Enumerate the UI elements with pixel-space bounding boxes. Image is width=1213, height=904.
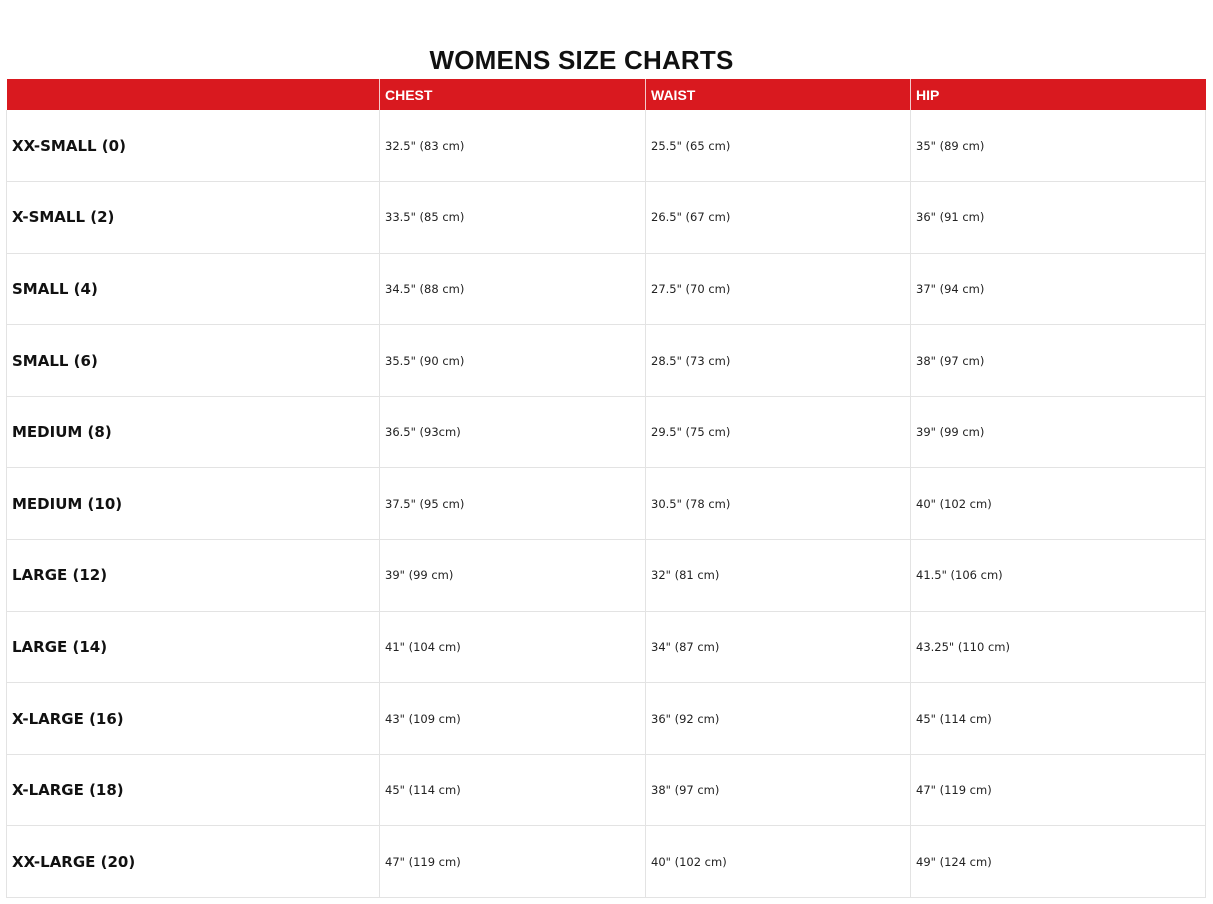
header-size	[7, 79, 380, 110]
header-hip: HIP	[910, 79, 1206, 110]
waist-cell: 36" (92 cm)	[645, 682, 911, 755]
chest-cell: 41" (104 cm)	[379, 610, 646, 683]
page-title: WOMENS SIZE CHARTS	[429, 45, 734, 76]
hip-cell: 37" (94 cm)	[910, 252, 1206, 325]
chest-cell: 35.5" (90 cm)	[379, 324, 646, 397]
chest-cell: 34.5" (88 cm)	[379, 252, 646, 325]
table-row: X-LARGE (16) 43" (109 cm) 36" (92 cm) 45…	[6, 682, 1206, 755]
table-row: MEDIUM (8) 36.5" (93cm) 29.5" (75 cm) 39…	[6, 395, 1206, 468]
hip-cell: 35" (89 cm)	[910, 110, 1206, 182]
size-cell: SMALL (4)	[6, 252, 380, 325]
chest-cell: 37.5" (95 cm)	[379, 467, 646, 540]
chest-cell: 36.5" (93cm)	[379, 395, 646, 468]
table-row: LARGE (14) 41" (104 cm) 34" (87 cm) 43.2…	[6, 610, 1206, 683]
hip-cell: 43.25" (110 cm)	[910, 610, 1206, 683]
table-row: XX-SMALL (0) 32.5" (83 cm) 25.5" (65 cm)…	[6, 110, 1206, 182]
waist-cell: 27.5" (70 cm)	[645, 252, 911, 325]
table-row: MEDIUM (10) 37.5" (95 cm) 30.5" (78 cm) …	[6, 467, 1206, 540]
hip-cell: 49" (124 cm)	[910, 825, 1206, 899]
size-cell: LARGE (12)	[6, 539, 380, 612]
waist-cell: 25.5" (65 cm)	[645, 110, 911, 182]
waist-cell: 26.5" (67 cm)	[645, 181, 911, 254]
table-row: X-SMALL (2) 33.5" (85 cm) 26.5" (67 cm) …	[6, 181, 1206, 254]
chest-cell: 39" (99 cm)	[379, 539, 646, 612]
size-cell: MEDIUM (8)	[6, 395, 380, 468]
size-cell: X-SMALL (2)	[6, 181, 380, 254]
hip-cell: 45" (114 cm)	[910, 682, 1206, 755]
chest-cell: 45" (114 cm)	[379, 753, 646, 826]
size-chart-table: CHEST WAIST HIP XX-SMALL (0) 32.5" (83 c…	[6, 79, 1206, 899]
waist-cell: 40" (102 cm)	[645, 825, 911, 899]
waist-cell: 38" (97 cm)	[645, 753, 911, 826]
table-row: LARGE (12) 39" (99 cm) 32" (81 cm) 41.5"…	[6, 539, 1206, 612]
header-chest: CHEST	[379, 79, 646, 110]
hip-cell: 36" (91 cm)	[910, 181, 1206, 254]
table-row: SMALL (4) 34.5" (88 cm) 27.5" (70 cm) 37…	[6, 252, 1206, 325]
table-row: XX-LARGE (20) 47" (119 cm) 40" (102 cm) …	[6, 825, 1206, 899]
waist-cell: 29.5" (75 cm)	[645, 395, 911, 468]
chest-cell: 43" (109 cm)	[379, 682, 646, 755]
table-row: SMALL (6) 35.5" (90 cm) 28.5" (73 cm) 38…	[6, 324, 1206, 397]
chest-cell: 32.5" (83 cm)	[379, 110, 646, 182]
size-cell: X-LARGE (18)	[6, 753, 380, 826]
hip-cell: 41.5" (106 cm)	[910, 539, 1206, 612]
size-cell: MEDIUM (10)	[6, 467, 380, 540]
hip-cell: 40" (102 cm)	[910, 467, 1206, 540]
size-cell: XX-SMALL (0)	[6, 110, 380, 182]
table-row: X-LARGE (18) 45" (114 cm) 38" (97 cm) 47…	[6, 753, 1206, 826]
waist-cell: 30.5" (78 cm)	[645, 467, 911, 540]
chest-cell: 47" (119 cm)	[379, 825, 646, 899]
hip-cell: 39" (99 cm)	[910, 395, 1206, 468]
hip-cell: 47" (119 cm)	[910, 753, 1206, 826]
chest-cell: 33.5" (85 cm)	[379, 181, 646, 254]
size-cell: LARGE (14)	[6, 610, 380, 683]
size-cell: SMALL (6)	[6, 324, 380, 397]
hip-cell: 38" (97 cm)	[910, 324, 1206, 397]
size-cell: X-LARGE (16)	[6, 682, 380, 755]
size-cell: XX-LARGE (20)	[6, 825, 380, 899]
waist-cell: 28.5" (73 cm)	[645, 324, 911, 397]
header-waist: WAIST	[645, 79, 911, 110]
waist-cell: 32" (81 cm)	[645, 539, 911, 612]
table-header-row: CHEST WAIST HIP	[6, 79, 1206, 110]
waist-cell: 34" (87 cm)	[645, 610, 911, 683]
